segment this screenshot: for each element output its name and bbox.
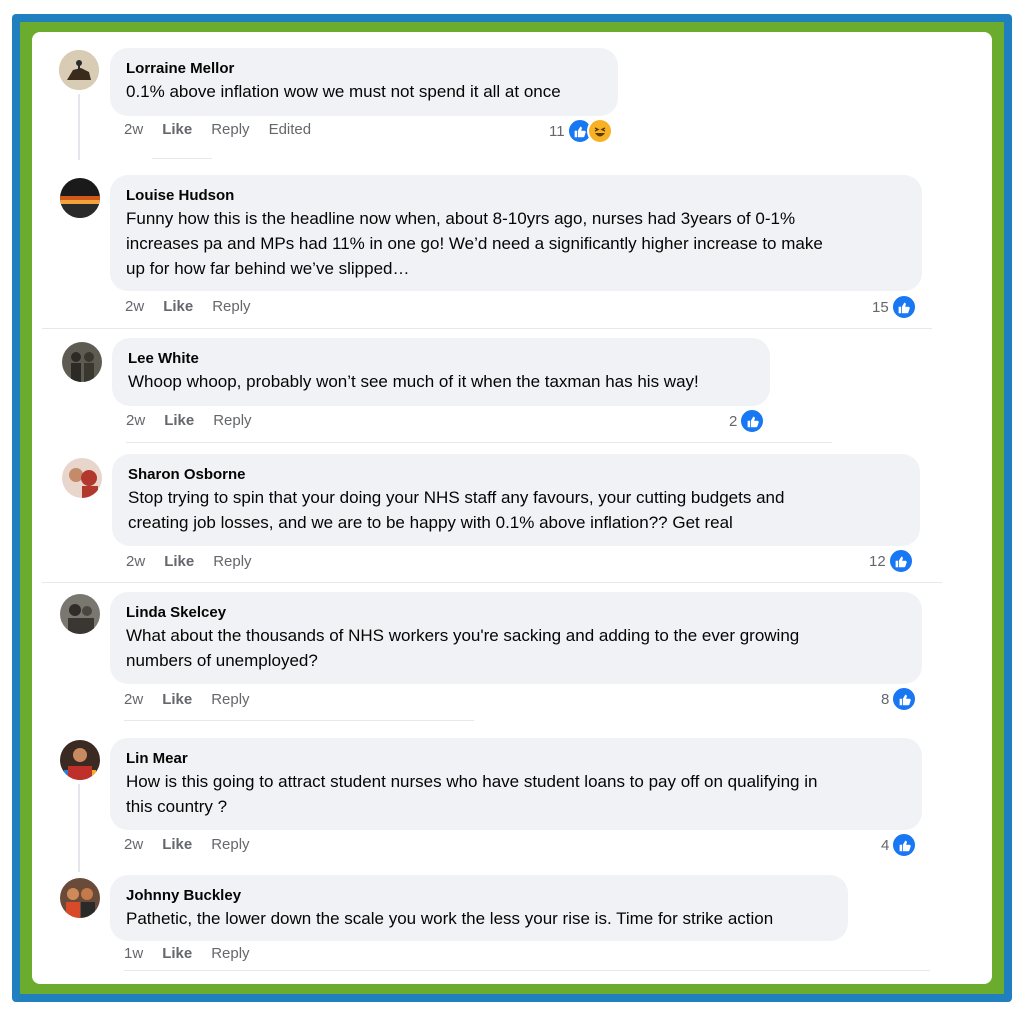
like-button[interactable]: Like [162,836,192,853]
like-button[interactable]: Like [163,298,193,315]
like-button[interactable]: Like [164,412,194,429]
timestamp[interactable]: 2w [124,836,143,853]
comment-text: Whoop whoop, probably won’t see much of … [128,372,699,391]
comment-text: 0.1% above inflation wow we must not spe… [126,82,561,101]
comment-author[interactable]: Linda Skelcey [126,603,906,623]
comment-actions: 2w Like Reply Edited [124,121,311,138]
reaction-count: 15 [872,298,889,316]
timestamp[interactable]: 2w [124,691,143,708]
comment-actions: 2w Like Reply [124,836,250,853]
divider [152,158,212,159]
thread-line [78,784,80,872]
reply-button[interactable]: Reply [213,412,251,429]
divider [42,328,932,329]
like-button[interactable]: Like [162,691,192,708]
timestamp[interactable]: 2w [126,412,145,429]
timestamp[interactable]: 2w [124,121,143,138]
reaction-summary[interactable]: 8 [881,686,918,712]
avatar[interactable] [62,458,102,498]
comment-author[interactable]: Lin Mear [126,749,906,769]
reply-button[interactable]: Reply [212,298,250,315]
comment-author[interactable]: Johnny Buckley [126,886,832,906]
comment-author[interactable]: Sharon Osborne [128,465,904,485]
like-icon [887,548,914,574]
comment-actions: 2w Like Reply [126,412,252,429]
avatar[interactable] [60,878,100,918]
reaction-summary[interactable]: 12 [869,548,914,574]
reaction-count: 12 [869,552,886,570]
comment-text-line: increases pa and MPs had 11% in one go! … [126,234,823,253]
comment-actions: 2w Like Reply [125,298,251,315]
avatar[interactable] [60,594,100,634]
edited-label: Edited [268,121,312,138]
timestamp[interactable]: 2w [126,553,145,570]
like-icon [890,294,917,320]
like-button[interactable]: Like [162,121,192,138]
comment-text-line: Stop trying to spin that your doing your… [128,488,785,507]
thread-line [78,94,80,160]
comment-actions: 2w Like Reply [126,553,252,570]
comment-actions: 2w Like Reply [124,691,250,708]
reaction-count: 8 [881,690,890,708]
avatar[interactable] [60,178,100,218]
avatar[interactable] [60,740,100,780]
comment-text-line: numbers of unemployed? [126,651,318,670]
divider [126,442,832,443]
reaction-summary[interactable]: 4 [881,832,918,858]
like-icon [891,832,918,858]
reaction-summary[interactable]: 11 [549,118,613,144]
comment-author[interactable]: Louise Hudson [126,186,906,206]
comment-bubble: Linda Skelcey What about the thousands o… [110,592,922,684]
divider [42,582,942,583]
comment-bubble: Lorraine Mellor 0.1% above inflation wow… [110,48,618,116]
comment-text-line: up for how far behind we’ve slipped… [126,259,410,278]
comment-bubble: Lin Mear How is this going to attract st… [110,738,922,830]
comments-panel: Lorraine Mellor 0.1% above inflation wow… [32,32,992,984]
like-icon [891,686,918,712]
avatar[interactable] [59,50,99,90]
comment-text-line: this country ? [126,797,228,816]
avatar[interactable] [62,342,102,382]
comment-actions: 1w Like Reply [124,945,250,962]
comment-bubble: Louise Hudson Funny how this is the head… [110,175,922,291]
reply-button[interactable]: Reply [211,945,249,962]
haha-icon [586,118,613,144]
comment-text-line: What about the thousands of NHS workers … [126,626,800,645]
comment-text-line: Funny how this is the headline now when,… [126,209,796,228]
comment-author[interactable]: Lee White [128,349,754,369]
timestamp[interactable]: 2w [125,298,144,315]
divider [124,970,930,971]
comment-text-line: creating job losses, and we are to be ha… [128,513,733,532]
comment-bubble: Johnny Buckley Pathetic, the lower down … [110,875,848,941]
comment-text-line: How is this going to attract student nur… [126,772,818,791]
comment-bubble: Sharon Osborne Stop trying to spin that … [112,454,920,546]
divider [124,720,474,721]
reaction-count: 2 [729,412,738,430]
reply-button[interactable]: Reply [211,836,249,853]
reply-button[interactable]: Reply [213,553,251,570]
reaction-count: 4 [881,836,890,854]
like-button[interactable]: Like [164,553,194,570]
comment-author[interactable]: Lorraine Mellor [126,59,602,79]
comment-text: Pathetic, the lower down the scale you w… [126,909,774,928]
comment-bubble: Lee White Whoop whoop, probably won’t se… [112,338,770,406]
reaction-summary[interactable]: 15 [872,294,917,320]
reaction-count: 11 [549,122,565,140]
reply-button[interactable]: Reply [211,121,249,138]
like-icon [739,408,766,434]
reaction-summary[interactable]: 2 [729,408,766,434]
timestamp[interactable]: 1w [124,945,143,962]
like-button[interactable]: Like [162,945,192,962]
reply-button[interactable]: Reply [211,691,249,708]
